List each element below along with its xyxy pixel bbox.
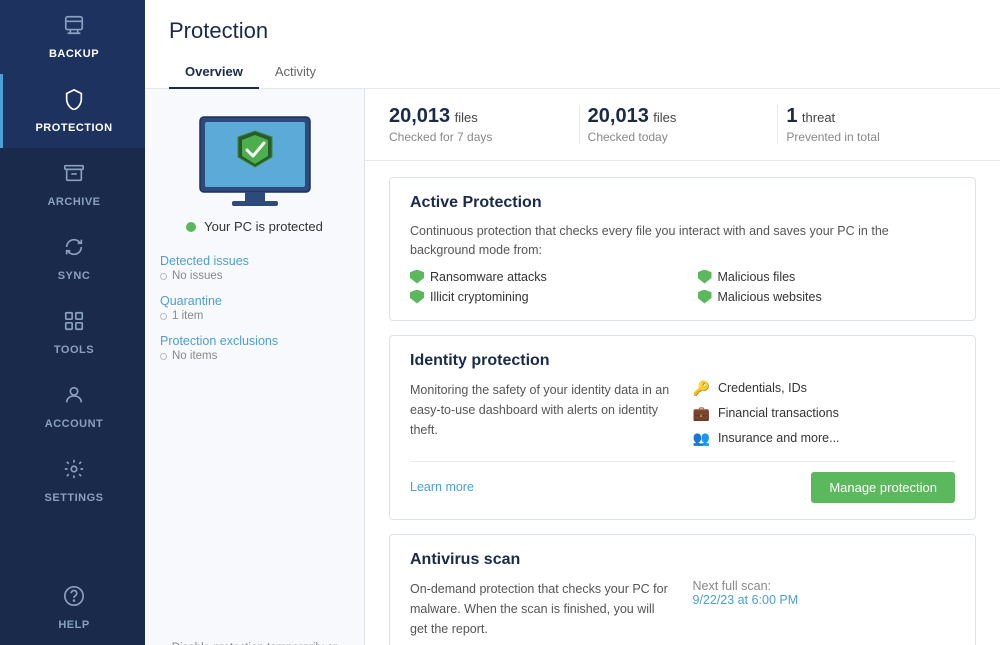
next-scan-date: 9/22/23 at 6:00 PM [693, 593, 956, 607]
sync-icon [63, 236, 85, 264]
next-scan-info: Next full scan: 9/22/23 at 6:00 PM [693, 579, 956, 639]
sidebar-item-backup[interactable]: BACKUP [0, 0, 145, 74]
shield-icon-0 [410, 270, 424, 284]
stat-threats: 1 threat Prevented in total [778, 105, 976, 144]
stat-desc-1: Checked today [588, 130, 754, 144]
sidebar-label-help: HELP [58, 619, 89, 631]
exclusions-link[interactable]: Protection exclusions No items [160, 334, 349, 362]
active-protection-desc: Continuous protection that checks every … [410, 222, 955, 260]
stat-number-1: 20,013 files [588, 105, 754, 128]
antivirus-desc: On-demand protection that checks your PC… [410, 579, 673, 639]
quarantine-sub: 1 item [160, 310, 349, 322]
sidebar-item-archive[interactable]: ARCHIVE [0, 148, 145, 222]
detected-issues-sub: No issues [160, 270, 349, 282]
antivirus-title: Antivirus scan [410, 551, 955, 569]
learn-more-link[interactable]: Learn more [410, 480, 474, 494]
exclusions-sub: No items [160, 350, 349, 362]
protection-item-2: Illicit cryptomining [410, 290, 668, 304]
detected-dot [160, 273, 167, 280]
identity-features: 🔑 Credentials, IDs 💼 Financial transacti… [693, 380, 956, 447]
sidebar-label-archive: ARCHIVE [47, 196, 100, 208]
main-content: Protection Overview Activity [145, 0, 1000, 645]
shield-icon-1 [698, 270, 712, 284]
detected-issues-link[interactable]: Detected issues No issues [160, 254, 349, 282]
identity-feature-2: 👥 Insurance and more... [693, 430, 956, 447]
stat-number-0: 20,013 files [389, 105, 555, 128]
exclusions-dot [160, 353, 167, 360]
identity-card-footer: Learn more Manage protection [410, 461, 955, 503]
sidebar-item-sync[interactable]: SYNC [0, 222, 145, 296]
cards-area: Active Protection Continuous protection … [365, 161, 1000, 645]
stat-desc-2: Prevented in total [786, 130, 952, 144]
quarantine-link[interactable]: Quarantine 1 item [160, 294, 349, 322]
account-icon [63, 384, 85, 412]
page-title: Protection [169, 18, 976, 44]
status-dot [186, 222, 196, 232]
sidebar-links: Detected issues No issues Quarantine 1 i… [160, 254, 349, 362]
identity-feature-1: 💼 Financial transactions [693, 405, 956, 422]
shield-icon-3 [698, 290, 712, 304]
sidebar-label-protection: PROTECTION [35, 122, 112, 134]
insurance-icon: 👥 [693, 430, 710, 447]
sidebar: BACKUP PROTECTION ARCHIVE SYNC [0, 0, 145, 645]
sidebar-item-settings[interactable]: SETTINGS [0, 444, 145, 518]
sidebar-item-help[interactable]: HELP [0, 571, 145, 645]
help-icon [63, 585, 85, 613]
stat-checked-today: 20,013 files Checked today [580, 105, 779, 144]
identity-feature-0: 🔑 Credentials, IDs [693, 380, 956, 397]
protection-item-3: Malicious websites [698, 290, 956, 304]
identity-card-content: Monitoring the safety of your identity d… [410, 380, 955, 447]
credentials-icon: 🔑 [693, 380, 710, 397]
antivirus-content: On-demand protection that checks your PC… [410, 579, 955, 639]
sidebar-item-account[interactable]: ACCOUNT [0, 370, 145, 444]
detected-issues-label[interactable]: Detected issues [160, 254, 349, 268]
status-label: Your PC is protected [204, 219, 323, 234]
right-panel: 20,013 files Checked for 7 days 20,013 f… [365, 89, 1000, 645]
pause-info: Disable protection temporarily or perman… [160, 640, 349, 645]
tabs: Overview Activity [169, 56, 976, 88]
quarantine-dot [160, 313, 167, 320]
page-title-bar: Protection Overview Activity [145, 0, 1000, 89]
tab-activity[interactable]: Activity [259, 56, 332, 89]
active-protection-card: Active Protection Continuous protection … [389, 177, 976, 321]
left-panel: Your PC is protected Detected issues No … [145, 89, 365, 645]
backup-icon [63, 14, 85, 42]
sidebar-label-backup: BACKUP [49, 48, 99, 60]
sidebar-item-protection[interactable]: PROTECTION [0, 74, 145, 148]
tools-icon [63, 310, 85, 338]
archive-icon [63, 162, 85, 190]
tab-overview[interactable]: Overview [169, 56, 259, 89]
active-protection-title: Active Protection [410, 194, 955, 212]
quarantine-label[interactable]: Quarantine [160, 294, 349, 308]
protection-grid: Ransomware attacks Malicious files Illic… [410, 270, 955, 304]
financial-icon: 💼 [693, 405, 710, 422]
identity-desc: Monitoring the safety of your identity d… [410, 380, 673, 447]
identity-protection-title: Identity protection [410, 352, 955, 370]
sidebar-label-sync: SYNC [58, 270, 91, 282]
stat-desc-0: Checked for 7 days [389, 130, 555, 144]
protection-item-0: Ransomware attacks [410, 270, 668, 284]
stat-checked-7days: 20,013 files Checked for 7 days [389, 105, 580, 144]
antivirus-scan-card: Antivirus scan On-demand protection that… [389, 534, 976, 645]
shield-icon-2 [410, 290, 424, 304]
identity-protection-card: Identity protection Monitoring the safet… [389, 335, 976, 520]
manage-protection-button[interactable]: Manage protection [811, 472, 955, 503]
protection-item-1: Malicious files [698, 270, 956, 284]
sidebar-label-settings: SETTINGS [44, 492, 103, 504]
stat-number-2: 1 threat [786, 105, 952, 128]
protection-icon [63, 88, 85, 116]
exclusions-label[interactable]: Protection exclusions [160, 334, 349, 348]
sidebar-item-tools[interactable]: TOOLS [0, 296, 145, 370]
stats-row: 20,013 files Checked for 7 days 20,013 f… [365, 89, 1000, 161]
settings-icon [63, 458, 85, 486]
sidebar-label-account: ACCOUNT [45, 418, 104, 430]
content-area: Your PC is protected Detected issues No … [145, 89, 1000, 645]
sidebar-label-tools: TOOLS [54, 344, 94, 356]
monitor-illustration [190, 109, 320, 219]
next-scan-label: Next full scan: [693, 579, 956, 593]
protected-status: Your PC is protected [186, 219, 323, 234]
